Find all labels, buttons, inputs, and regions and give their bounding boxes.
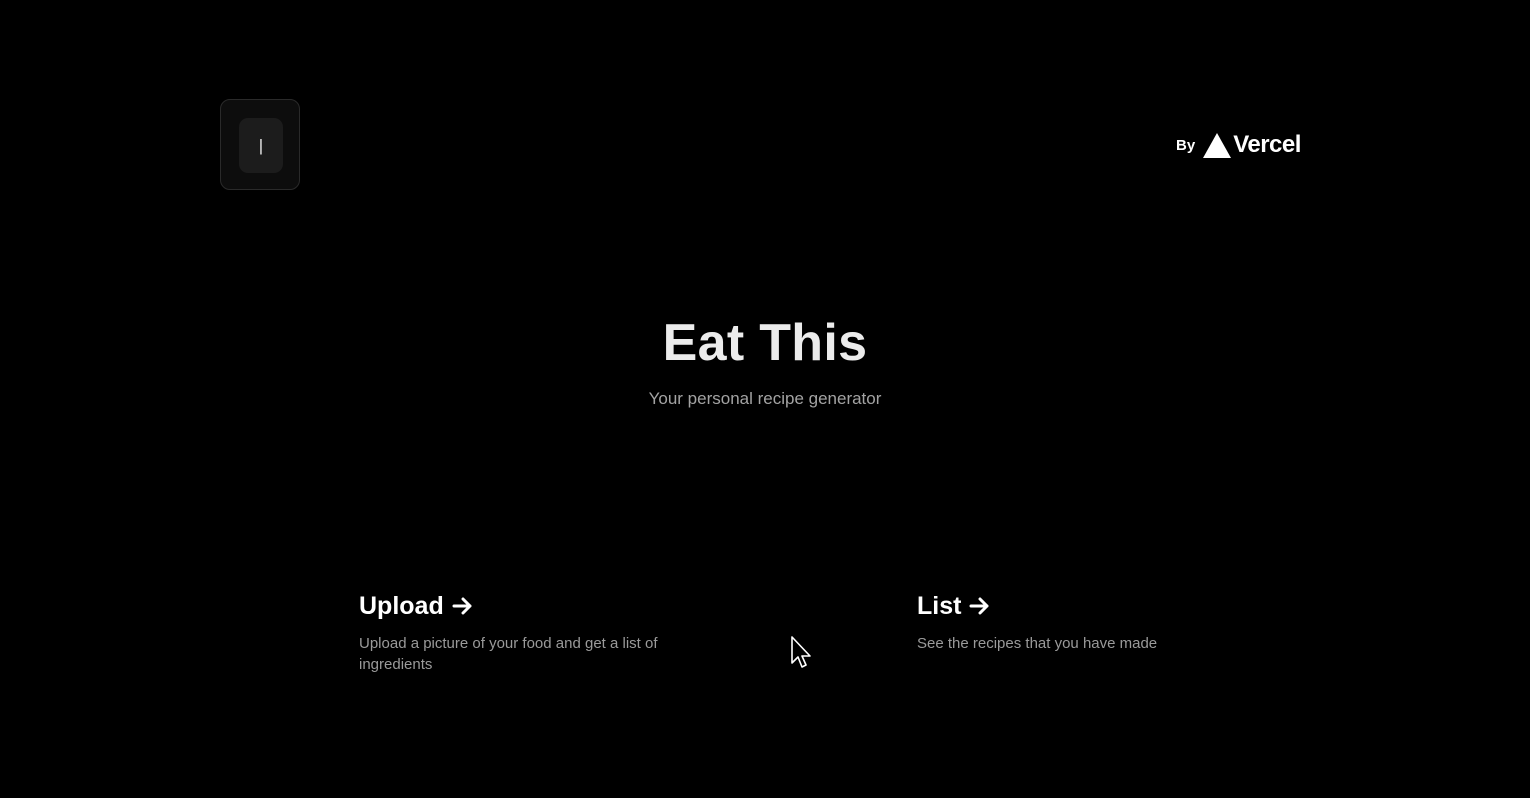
upload-card-title-text: Upload [359,592,444,620]
logo-icon: | [239,118,283,173]
upload-card-title: Upload [359,589,659,623]
page-subtitle: Your personal recipe generator [648,389,882,408]
list-card-description: See the recipes that you have made [917,635,1158,652]
by-label: By [1176,136,1196,154]
list-card-link[interactable]: List See the recipes that you have made [917,589,1217,654]
list-card-title: List [917,589,1217,623]
vercel-brand-name: Vercel [1233,131,1301,158]
upload-card-link[interactable]: Upload Upload a picture of your food and… [359,589,659,675]
logo-glyph: | [258,135,264,155]
arrow-right-icon [969,597,989,615]
page-title: Eat This [662,314,868,372]
upload-card-description: Upload a picture of your food and get a … [359,635,658,673]
list-card-title-text: List [917,592,962,620]
app-logo-button[interactable]: | [220,99,300,190]
by-vercel-link[interactable]: By Vercel [1176,131,1301,159]
vercel-triangle-icon [1203,132,1232,158]
arrow-right-icon [452,597,472,615]
page: | By Vercel Eat This Your personal recip… [0,0,1530,798]
mouse-pointer-icon [791,636,811,668]
